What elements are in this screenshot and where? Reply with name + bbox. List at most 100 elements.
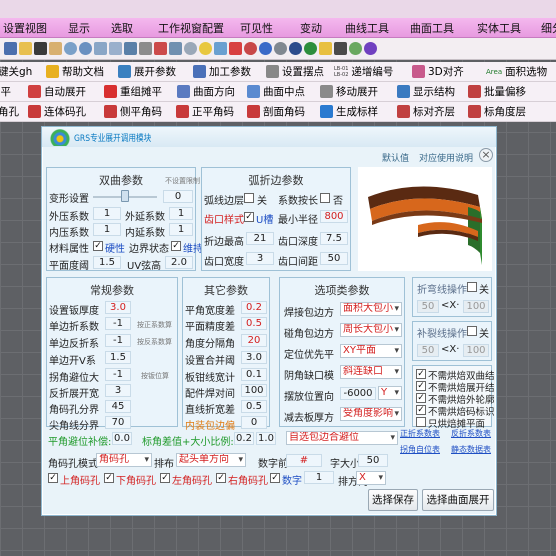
static-table-link[interactable]: 静态数据表 <box>451 444 491 455</box>
menu-surface-tools[interactable]: 曲面工具 <box>410 20 454 36</box>
corner-hole-button[interactable]: 角孔 <box>0 104 19 119</box>
angle-diff-value-1[interactable]: 0.2 <box>234 432 254 445</box>
digit-value[interactable]: 1 <box>304 471 334 484</box>
fill-line-b-value[interactable]: 100 <box>463 344 489 357</box>
menu-select[interactable]: 选取 <box>111 20 133 36</box>
weld-hem-select[interactable]: 面积大包小 <box>340 302 402 316</box>
position-priority-select[interactable]: XY平面 <box>340 344 402 358</box>
increment-number-button[interactable]: LB-01 LB-02 递增编号 <box>334 64 393 79</box>
order-select[interactable]: X <box>356 471 386 485</box>
deform-slider-knob[interactable] <box>121 190 129 202</box>
fold-coef-table-link[interactable]: 正折系数表 <box>400 428 440 439</box>
fold-line-a-value[interactable]: 50 <box>417 300 439 313</box>
grid-icon[interactable] <box>139 42 152 55</box>
auto-pos-select[interactable]: 自选包边合避位 <box>286 431 398 445</box>
open-icon[interactable] <box>19 42 32 55</box>
menu-solid-tools[interactable]: 实体工具 <box>477 20 521 36</box>
menu-display[interactable]: 显示 <box>68 20 90 36</box>
place-position-value[interactable]: -6000 <box>340 387 376 400</box>
corner-relief-value[interactable]: -1 <box>105 368 131 381</box>
inner-x-value[interactable]: 1 <box>93 223 121 236</box>
flat-comp-value[interactable]: 0.0 <box>112 432 132 445</box>
fill-line-off-checkbox[interactable] <box>467 326 477 336</box>
side-corner-button[interactable]: 侧平角码 <box>104 104 162 119</box>
menu-viewport[interactable]: 工作视窗配置 <box>158 20 224 36</box>
thickness-value[interactable]: 3.0 <box>105 301 131 314</box>
line-fold-diff-value[interactable]: 0.5 <box>241 400 267 413</box>
corner-hole-limit-value[interactable]: 45 <box>105 400 131 413</box>
inner-notch-select[interactable]: 斜连缺口 <box>340 365 402 379</box>
machining-params-button[interactable]: 加工参数 <box>193 64 251 79</box>
font-size-value[interactable]: 50 <box>358 454 388 467</box>
bake-outline-checkbox[interactable]: ✓ <box>416 393 426 403</box>
new-icon[interactable] <box>4 42 17 55</box>
reverse-coef-value[interactable]: -1 <box>105 334 131 347</box>
sphere-icon[interactable] <box>259 42 272 55</box>
fold-max-value[interactable]: 21 <box>246 232 274 245</box>
inner-hem-offset-value[interactable]: 0 <box>241 416 267 429</box>
reverse-coef-table-link[interactable]: 反折系数表 <box>451 428 491 439</box>
coef-no-checkbox[interactable] <box>320 193 330 203</box>
star-icon[interactable] <box>319 42 332 55</box>
menu-transform[interactable]: 变动 <box>300 20 322 36</box>
help-link[interactable]: 对应使用说明 <box>419 151 473 164</box>
outer-x-value[interactable]: 1 <box>93 207 121 220</box>
notch-gap-value[interactable]: 50 <box>320 252 348 265</box>
menu-visibility[interactable]: 可见性 <box>240 20 273 36</box>
down-corner-checkbox[interactable]: ✓ <box>104 473 114 483</box>
notch-depth-value[interactable]: 7.5 <box>320 232 348 245</box>
angle-split-value[interactable]: 20 <box>241 334 267 347</box>
align-3d-button[interactable]: 3D对齐 <box>412 64 464 79</box>
align-layer-button[interactable]: 标对齐层 <box>397 104 455 119</box>
min-radius-value[interactable]: 800 <box>320 210 348 223</box>
fold-coef-value[interactable]: -1 <box>105 317 131 330</box>
sharp-line-limit-value[interactable]: 70 <box>105 416 131 429</box>
move-unfold-button[interactable]: 移动展开 <box>320 84 378 99</box>
zoom-window-icon[interactable] <box>79 42 92 55</box>
color-icon[interactable] <box>244 42 257 55</box>
reverse-width-value[interactable]: 3 <box>105 384 131 397</box>
digit-checkbox[interactable]: ✓ <box>270 473 280 483</box>
arrange-select[interactable]: 起头单方向 <box>176 453 246 467</box>
left-corner-checkbox[interactable]: ✓ <box>160 473 170 483</box>
menu-view[interactable]: 设置视图 <box>3 20 47 36</box>
save-button[interactable]: 选择保存 <box>368 489 418 511</box>
car-icon[interactable] <box>154 42 167 55</box>
fill-line-a-value[interactable]: 50 <box>417 344 439 357</box>
gh-button[interactable]: 键关gh <box>0 64 32 79</box>
auto-unfold-button[interactable]: 自动展开 <box>28 84 86 99</box>
v-coef-value[interactable]: 1.5 <box>105 351 131 364</box>
dialog-close-icon[interactable]: × <box>479 148 493 162</box>
front-corner-button[interactable]: 正平角码 <box>176 104 234 119</box>
zoom-selected-icon[interactable] <box>109 42 122 55</box>
num-prefix-value[interactable]: # <box>286 454 322 467</box>
defaults-link[interactable]: 默认值 <box>382 151 409 164</box>
gen-sample-button[interactable]: 生成标样 <box>320 104 378 119</box>
bake-mark-checkbox[interactable]: ✓ <box>416 405 426 415</box>
regroup-flatten-button[interactable]: 重组摊平 <box>104 84 162 99</box>
material-icon[interactable] <box>304 42 317 55</box>
arc-off-checkbox[interactable] <box>244 193 254 203</box>
minus-thickness-select[interactable]: 受角度影响 <box>340 407 402 421</box>
hard-checkbox[interactable]: ✓ <box>93 241 103 251</box>
joint-hole-button[interactable]: 连体码孔 <box>28 104 86 119</box>
fold-line-b-value[interactable]: 100 <box>463 300 489 313</box>
surface-direction-button[interactable]: 曲面方向 <box>177 84 235 99</box>
pin-icon[interactable] <box>334 42 347 55</box>
menu-curve-tools[interactable]: 曲线工具 <box>345 20 389 36</box>
area-select-button[interactable]: Area 面积选物 <box>486 64 547 79</box>
deform-value[interactable]: 0 <box>163 190 193 203</box>
section-corner-button[interactable]: 剖面角码 <box>247 104 305 119</box>
shaded-icon[interactable] <box>274 42 287 55</box>
menu-subd[interactable]: 细分 <box>541 20 556 36</box>
corner-table-link[interactable]: 拐角自位表 <box>400 444 440 455</box>
corner-mode-select[interactable]: 角码孔 <box>96 453 152 467</box>
outer-y-value[interactable]: 1 <box>169 207 193 220</box>
camera-icon[interactable] <box>184 42 197 55</box>
place-axis-select[interactable]: Y <box>378 386 402 400</box>
bake-unfold-checkbox[interactable]: ✓ <box>416 381 426 391</box>
bake-flat-only-checkbox[interactable] <box>416 417 426 427</box>
zoom-icon[interactable] <box>64 42 77 55</box>
layer-icon[interactable] <box>229 42 242 55</box>
weld-gap-value[interactable]: 100 <box>241 384 267 397</box>
